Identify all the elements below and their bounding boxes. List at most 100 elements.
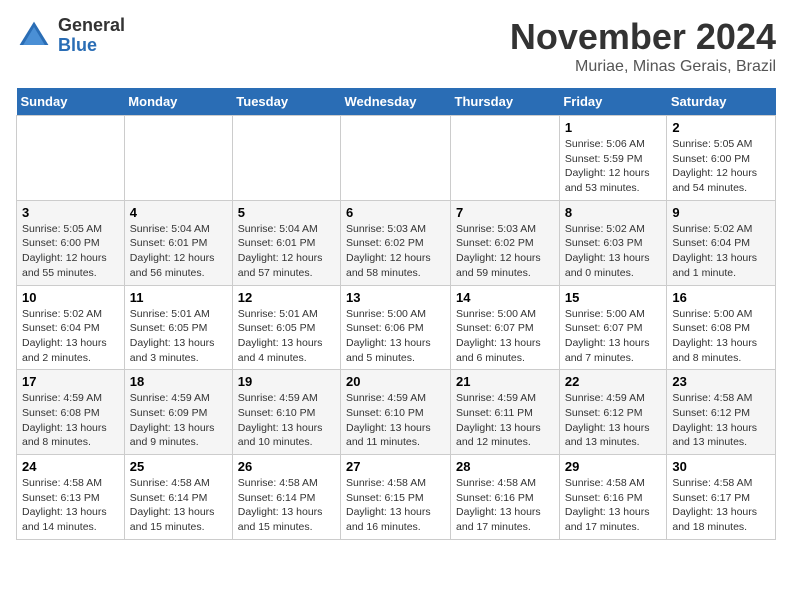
day-number: 25 xyxy=(130,459,227,474)
calendar-week-row: 24Sunrise: 4:58 AMSunset: 6:13 PMDayligh… xyxy=(17,455,776,540)
calendar-cell: 27 Sunrise: 4:58 AMSunset: 6:15 PMDayligh… xyxy=(341,455,451,540)
calendar-cell: 29 Sunrise: 4:58 AMSunset: 6:16 PMDayligh… xyxy=(559,455,667,540)
day-number: 30 xyxy=(672,459,770,474)
day-number: 14 xyxy=(456,290,554,305)
day-number: 17 xyxy=(22,374,119,389)
day-info: Sunrise: 5:04 AMSunset: 6:01 PMDaylight:… xyxy=(130,222,227,281)
day-number: 26 xyxy=(238,459,335,474)
day-number: 27 xyxy=(346,459,445,474)
header-sunday: Sunday xyxy=(17,88,125,116)
day-number: 3 xyxy=(22,205,119,220)
day-info: Sunrise: 4:58 AMSunset: 6:16 PMDaylight:… xyxy=(456,476,554,535)
day-number: 7 xyxy=(456,205,554,220)
day-info: Sunrise: 5:00 AMSunset: 6:07 PMDaylight:… xyxy=(456,307,554,366)
day-number: 29 xyxy=(565,459,662,474)
calendar-cell: 5 Sunrise: 5:04 AMSunset: 6:01 PMDaylight… xyxy=(232,200,340,285)
calendar-cell: 2 Sunrise: 5:05 AMSunset: 6:00 PMDaylight… xyxy=(667,116,776,201)
calendar-table: SundayMondayTuesdayWednesdayThursdayFrid… xyxy=(16,88,776,540)
logo-general-label: General xyxy=(58,16,125,36)
day-info: Sunrise: 4:59 AMSunset: 6:09 PMDaylight:… xyxy=(130,391,227,450)
logo: General Blue xyxy=(16,16,125,56)
day-info: Sunrise: 5:00 AMSunset: 6:08 PMDaylight:… xyxy=(672,307,770,366)
day-info: Sunrise: 4:59 AMSunset: 6:11 PMDaylight:… xyxy=(456,391,554,450)
day-info: Sunrise: 5:02 AMSunset: 6:04 PMDaylight:… xyxy=(672,222,770,281)
day-number: 23 xyxy=(672,374,770,389)
day-info: Sunrise: 4:58 AMSunset: 6:15 PMDaylight:… xyxy=(346,476,445,535)
calendar-cell: 11 Sunrise: 5:01 AMSunset: 6:05 PMDayligh… xyxy=(124,285,232,370)
calendar-cell: 3 Sunrise: 5:05 AMSunset: 6:00 PMDaylight… xyxy=(17,200,125,285)
day-info: Sunrise: 4:59 AMSunset: 6:12 PMDaylight:… xyxy=(565,391,662,450)
calendar-cell: 17Sunrise: 4:59 AMSunset: 6:08 PMDayligh… xyxy=(17,370,125,455)
day-number: 1 xyxy=(565,120,662,135)
calendar-cell: 12Sunrise: 5:01 AMSunset: 6:05 PMDayligh… xyxy=(232,285,340,370)
calendar-cell xyxy=(17,116,125,201)
calendar-cell: 21 Sunrise: 4:59 AMSunset: 6:11 PMDayligh… xyxy=(451,370,560,455)
day-number: 20 xyxy=(346,374,445,389)
day-number: 15 xyxy=(565,290,662,305)
day-info: Sunrise: 4:59 AMSunset: 6:10 PMDaylight:… xyxy=(238,391,335,450)
calendar-week-row: 1 Sunrise: 5:06 AMSunset: 5:59 PMDaylight… xyxy=(17,116,776,201)
day-number: 16 xyxy=(672,290,770,305)
day-info: Sunrise: 5:00 AMSunset: 6:06 PMDaylight:… xyxy=(346,307,445,366)
day-number: 4 xyxy=(130,205,227,220)
calendar-cell: 26 Sunrise: 4:58 AMSunset: 6:14 PMDayligh… xyxy=(232,455,340,540)
calendar-cell: 8Sunrise: 5:02 AMSunset: 6:03 PMDaylight… xyxy=(559,200,667,285)
calendar-cell: 13 Sunrise: 5:00 AMSunset: 6:06 PMDayligh… xyxy=(341,285,451,370)
day-info: Sunrise: 4:58 AMSunset: 6:16 PMDaylight:… xyxy=(565,476,662,535)
day-number: 19 xyxy=(238,374,335,389)
month-title: November 2024 xyxy=(510,16,776,58)
day-info: Sunrise: 4:58 AMSunset: 6:14 PMDaylight:… xyxy=(238,476,335,535)
day-info: Sunrise: 5:06 AMSunset: 5:59 PMDaylight:… xyxy=(565,137,662,196)
calendar-week-row: 17Sunrise: 4:59 AMSunset: 6:08 PMDayligh… xyxy=(17,370,776,455)
day-number: 5 xyxy=(238,205,335,220)
calendar-cell: 6Sunrise: 5:03 AMSunset: 6:02 PMDaylight… xyxy=(341,200,451,285)
logo-blue-label: Blue xyxy=(58,36,125,56)
calendar-cell: 18 Sunrise: 4:59 AMSunset: 6:09 PMDayligh… xyxy=(124,370,232,455)
calendar-cell: 28Sunrise: 4:58 AMSunset: 6:16 PMDayligh… xyxy=(451,455,560,540)
day-number: 10 xyxy=(22,290,119,305)
calendar-header-row: SundayMondayTuesdayWednesdayThursdayFrid… xyxy=(17,88,776,116)
day-number: 13 xyxy=(346,290,445,305)
day-info: Sunrise: 4:59 AMSunset: 6:10 PMDaylight:… xyxy=(346,391,445,450)
calendar-cell: 16 Sunrise: 5:00 AMSunset: 6:08 PMDayligh… xyxy=(667,285,776,370)
day-info: Sunrise: 4:58 AMSunset: 6:14 PMDaylight:… xyxy=(130,476,227,535)
day-number: 21 xyxy=(456,374,554,389)
calendar-cell xyxy=(341,116,451,201)
day-number: 9 xyxy=(672,205,770,220)
day-number: 18 xyxy=(130,374,227,389)
calendar-cell: 30 Sunrise: 4:58 AMSunset: 6:17 PMDayligh… xyxy=(667,455,776,540)
day-info: Sunrise: 5:01 AMSunset: 6:05 PMDaylight:… xyxy=(130,307,227,366)
calendar-cell: 4 Sunrise: 5:04 AMSunset: 6:01 PMDaylight… xyxy=(124,200,232,285)
day-info: Sunrise: 5:01 AMSunset: 6:05 PMDaylight:… xyxy=(238,307,335,366)
day-info: Sunrise: 5:05 AMSunset: 6:00 PMDaylight:… xyxy=(672,137,770,196)
day-info: Sunrise: 4:58 AMSunset: 6:17 PMDaylight:… xyxy=(672,476,770,535)
location-label: Muriae, Minas Gerais, Brazil xyxy=(510,58,776,76)
day-number: 11 xyxy=(130,290,227,305)
logo-icon xyxy=(16,18,52,54)
calendar-cell xyxy=(124,116,232,201)
header-thursday: Thursday xyxy=(451,88,560,116)
day-info: Sunrise: 5:04 AMSunset: 6:01 PMDaylight:… xyxy=(238,222,335,281)
day-number: 6 xyxy=(346,205,445,220)
calendar-cell: 22 Sunrise: 4:59 AMSunset: 6:12 PMDayligh… xyxy=(559,370,667,455)
calendar-cell: 1 Sunrise: 5:06 AMSunset: 5:59 PMDaylight… xyxy=(559,116,667,201)
header-tuesday: Tuesday xyxy=(232,88,340,116)
calendar-cell xyxy=(451,116,560,201)
day-number: 22 xyxy=(565,374,662,389)
calendar-week-row: 3 Sunrise: 5:05 AMSunset: 6:00 PMDaylight… xyxy=(17,200,776,285)
header-wednesday: Wednesday xyxy=(341,88,451,116)
calendar-cell: 25 Sunrise: 4:58 AMSunset: 6:14 PMDayligh… xyxy=(124,455,232,540)
header-saturday: Saturday xyxy=(667,88,776,116)
day-info: Sunrise: 5:00 AMSunset: 6:07 PMDaylight:… xyxy=(565,307,662,366)
header-friday: Friday xyxy=(559,88,667,116)
day-info: Sunrise: 5:02 AMSunset: 6:03 PMDaylight:… xyxy=(565,222,662,281)
day-info: Sunrise: 5:05 AMSunset: 6:00 PMDaylight:… xyxy=(22,222,119,281)
day-info: Sunrise: 4:58 AMSunset: 6:12 PMDaylight:… xyxy=(672,391,770,450)
calendar-cell: 7Sunrise: 5:03 AMSunset: 6:02 PMDaylight… xyxy=(451,200,560,285)
title-block: November 2024 Muriae, Minas Gerais, Braz… xyxy=(510,16,776,76)
calendar-cell: 14 Sunrise: 5:00 AMSunset: 6:07 PMDayligh… xyxy=(451,285,560,370)
calendar-cell: 20 Sunrise: 4:59 AMSunset: 6:10 PMDayligh… xyxy=(341,370,451,455)
calendar-cell xyxy=(232,116,340,201)
calendar-cell: 19 Sunrise: 4:59 AMSunset: 6:10 PMDayligh… xyxy=(232,370,340,455)
day-number: 2 xyxy=(672,120,770,135)
